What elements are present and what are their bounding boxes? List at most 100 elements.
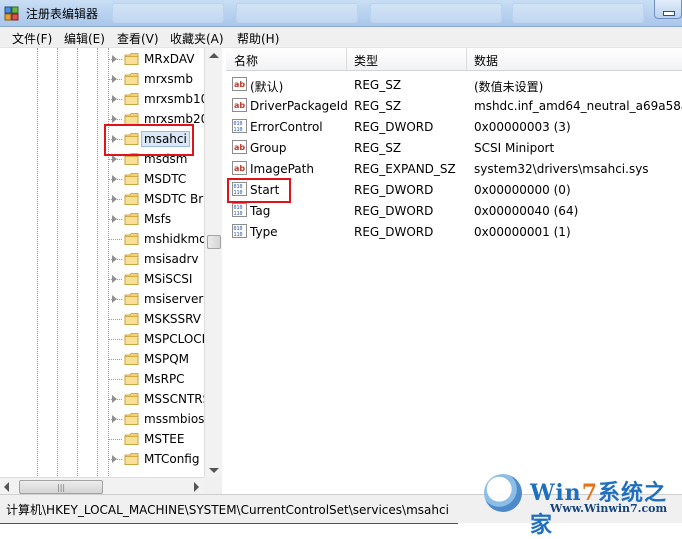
scrollbar-corner: [204, 477, 222, 495]
folder-icon: [124, 73, 139, 85]
scroll-thumb[interactable]: [207, 235, 221, 249]
expand-arrow-icon[interactable]: [112, 455, 117, 463]
table-row[interactable]: 010 110 ErrorControl REG_DWORD 0x00000003 (3…: [226, 116, 682, 137]
tree-item-label: msisadrv: [144, 252, 199, 266]
tree-item[interactable]: mshidkmdf: [108, 229, 204, 249]
registry-tree[interactable]: MRxDAV mrxsmb mrxsmb10 mrxsmb20 msahci msdsm M…: [0, 48, 205, 478]
table-row[interactable]: ab DriverPackageId REG_SZ mshdc.inf_amd64_n…: [226, 95, 682, 116]
table-row[interactable]: 010 110 Start REG_DWORD 0x00000000 (0): [226, 179, 682, 200]
tree-item-label: MTConfig: [144, 452, 200, 466]
tree-item[interactable]: MSDTC Bridge: [108, 189, 205, 209]
value-name: ErrorControl: [250, 120, 323, 134]
table-row[interactable]: ab (默认) REG_SZ (数值未设置): [226, 74, 682, 95]
folder-icon: [124, 333, 139, 345]
tree-item-label: MSKSSRV: [144, 312, 201, 326]
scroll-right-icon[interactable]: [194, 482, 199, 492]
expand-arrow-icon[interactable]: [112, 55, 117, 63]
menu-file[interactable]: 文件(F): [12, 30, 52, 47]
menu-favorites[interactable]: 收藏夹(A): [170, 30, 224, 47]
list-header: 名称 类型 数据: [226, 48, 682, 71]
folder-icon: [124, 233, 139, 245]
tree-vertical-scrollbar[interactable]: [204, 48, 222, 478]
value-list[interactable]: 名称 类型 数据 ab (默认) REG_SZ (数值未设置) ab DriverPack…: [226, 48, 682, 494]
folder-icon: [124, 393, 139, 405]
tree-item[interactable]: MSKSSRV: [108, 309, 204, 329]
svg-text:110: 110: [234, 127, 243, 133]
title-bar: 注册表编辑器: [0, 0, 682, 27]
column-type[interactable]: 类型: [354, 52, 378, 69]
expand-arrow-icon[interactable]: [112, 275, 117, 283]
folder-icon: [124, 453, 139, 465]
tree-item-label: MSDTC Bridge: [144, 192, 205, 206]
tree-item[interactable]: mrxsmb10: [108, 89, 205, 109]
window-title: 注册表编辑器: [26, 7, 99, 21]
grip-icon: |||: [57, 483, 66, 492]
dword-value-icon: 010110: [232, 224, 247, 238]
tree-item[interactable]: MSSCNTRS: [108, 389, 204, 409]
expand-arrow-icon[interactable]: [112, 295, 117, 303]
scroll-up-icon[interactable]: [209, 53, 219, 58]
expand-arrow-icon[interactable]: [112, 175, 117, 183]
watermark-logo: Win7系统之家 Www.Winwin7.com: [478, 472, 682, 538]
expand-arrow-icon[interactable]: [112, 215, 117, 223]
svg-text:ab: ab: [234, 80, 245, 89]
tree-item-label: mssmbios: [144, 412, 205, 426]
tree-item[interactable]: msiserver: [108, 289, 204, 309]
scroll-left-icon[interactable]: [4, 482, 9, 492]
minimize-button[interactable]: [654, 0, 682, 19]
tree-horizontal-scrollbar[interactable]: |||: [0, 477, 204, 495]
tree-item[interactable]: MRxDAV: [108, 49, 204, 69]
column-name[interactable]: 名称: [234, 52, 258, 69]
tree-item[interactable]: MsRPC: [108, 369, 204, 389]
tree-item-label: MSTEE: [144, 432, 185, 446]
expand-arrow-icon[interactable]: [112, 115, 117, 123]
string-value-icon: ab: [232, 161, 247, 175]
tree-item[interactable]: MSDTC: [108, 169, 204, 189]
tree-item[interactable]: mrxsmb: [108, 69, 204, 89]
value-type: REG_DWORD: [354, 120, 434, 134]
tree-guide-line: [77, 48, 79, 478]
value-data: 0x00000001 (1): [474, 225, 571, 239]
highlight-box-start: [227, 178, 291, 203]
tree-item[interactable]: MSTEE: [108, 429, 204, 449]
table-row[interactable]: 010 110 Type REG_DWORD 0x00000001 (1): [226, 221, 682, 242]
tree-item-label: MsRPC: [144, 372, 185, 386]
windows-logo-icon: [484, 474, 522, 512]
table-row[interactable]: 010 110 Tag REG_DWORD 0x00000040 (64): [226, 200, 682, 221]
expand-arrow-icon[interactable]: [112, 395, 117, 403]
tree-item[interactable]: MSPQM: [108, 349, 204, 369]
menu-help[interactable]: 帮助(H): [237, 30, 279, 47]
expand-arrow-icon[interactable]: [112, 95, 117, 103]
expand-arrow-icon[interactable]: [112, 155, 117, 163]
value-data: mshdc.inf_amd64_neutral_a69a58a42: [474, 99, 682, 113]
dword-value-icon: 010110: [232, 119, 247, 133]
menu-edit[interactable]: 编辑(E): [64, 30, 105, 47]
column-separator[interactable]: [346, 48, 347, 70]
value-name: ImagePath: [250, 162, 314, 176]
tree-connector: [108, 359, 122, 360]
expand-arrow-icon[interactable]: [112, 75, 117, 83]
scroll-down-icon[interactable]: [209, 468, 219, 473]
menu-view[interactable]: 查看(V): [117, 30, 159, 47]
value-type: REG_DWORD: [354, 204, 434, 218]
tree-item[interactable]: MSPCLOCK: [108, 329, 204, 349]
tree-item[interactable]: MTConfig: [108, 449, 204, 469]
column-separator[interactable]: [466, 48, 467, 70]
column-data[interactable]: 数据: [474, 52, 498, 69]
tree-item-label: mrxsmb: [144, 72, 193, 86]
svg-text:ab: ab: [234, 143, 245, 152]
tree-item-label: mrxsmb10: [144, 92, 205, 106]
tree-guide-line: [57, 48, 59, 478]
table-row[interactable]: ab ImagePath REG_EXPAND_SZ system32\drivers…: [226, 158, 682, 179]
value-data: system32\drivers\msahci.sys: [474, 162, 649, 176]
table-row[interactable]: ab Group REG_SZ SCSI Miniport: [226, 137, 682, 158]
expand-arrow-icon[interactable]: [112, 415, 117, 423]
expand-arrow-icon[interactable]: [112, 195, 117, 203]
svg-text:ab: ab: [234, 101, 245, 110]
tree-item[interactable]: MSiSCSI: [108, 269, 204, 289]
tree-item[interactable]: msisadrv: [108, 249, 204, 269]
scroll-thumb[interactable]: |||: [19, 480, 103, 494]
expand-arrow-icon[interactable]: [112, 255, 117, 263]
tree-item[interactable]: mssmbios: [108, 409, 205, 429]
tree-item[interactable]: Msfs: [108, 209, 204, 229]
